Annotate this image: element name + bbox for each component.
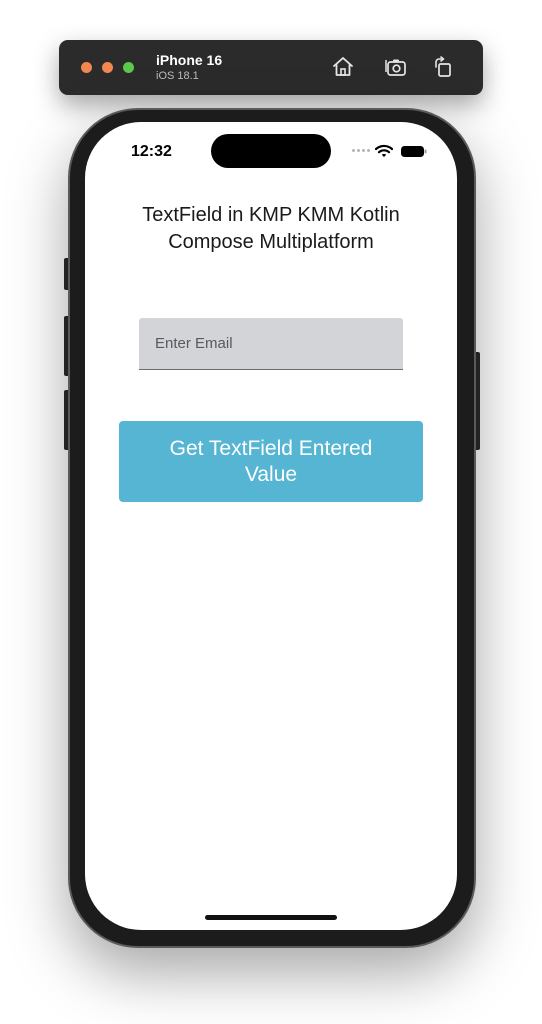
page-title-line1: TextField in KMP KMM Kotlin <box>142 204 400 226</box>
device-name: iPhone 16 <box>156 52 223 68</box>
zoom-window-button[interactable] <box>123 62 134 73</box>
home-indicator[interactable] <box>205 915 337 920</box>
wifi-icon <box>375 144 393 157</box>
dynamic-island <box>211 134 331 168</box>
email-field[interactable] <box>139 318 403 370</box>
page-title-line2: Compose Multiplatform <box>168 231 374 253</box>
phone-screen: 12:32 TextField in KMP KMM Kotlin Compos… <box>85 122 457 930</box>
home-icon[interactable] <box>331 55 355 79</box>
status-time: 12:32 <box>131 143 172 160</box>
minimize-window-button[interactable] <box>102 62 113 73</box>
battery-icon <box>401 146 427 157</box>
signal-dots-icon <box>352 149 370 152</box>
close-window-button[interactable] <box>81 62 92 73</box>
stage: iPhone 16 iOS 18.1 12:32 TextField in KM… <box>0 0 542 1024</box>
rotate-icon[interactable] <box>431 55 455 79</box>
simulator-toolbar: iPhone 16 iOS 18.1 <box>59 40 483 95</box>
page-title: TextField in KMP KMM Kotlin Compose Mult… <box>85 202 457 256</box>
os-version: iOS 18.1 <box>156 70 199 82</box>
get-value-button[interactable]: Get TextField Entered Value <box>119 421 423 502</box>
screenshot-icon[interactable] <box>384 55 408 79</box>
